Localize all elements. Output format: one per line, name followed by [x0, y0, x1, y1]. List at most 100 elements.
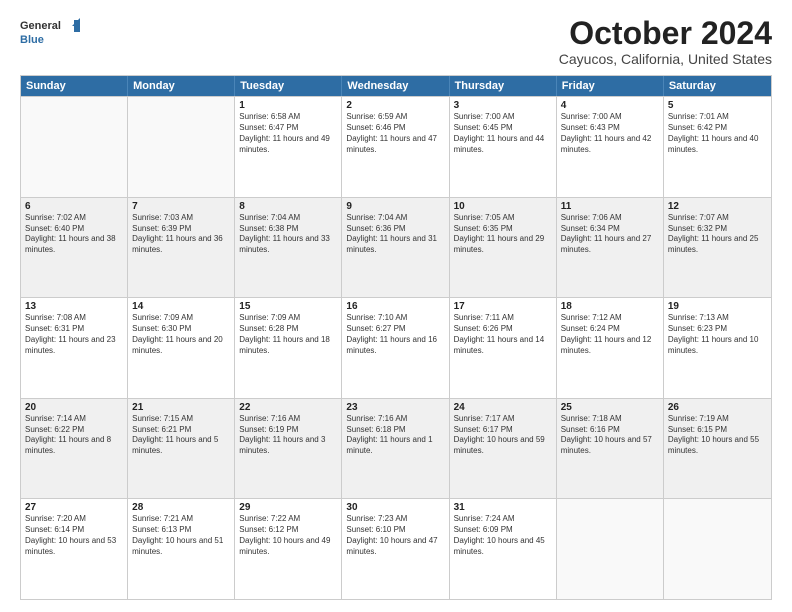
calendar-cell: 13Sunrise: 7:08 AM Sunset: 6:31 PM Dayli…: [21, 298, 128, 398]
day-number: 25: [561, 402, 659, 413]
day-content: Sunrise: 7:04 AM Sunset: 6:38 PM Dayligh…: [239, 213, 337, 256]
day-number: 15: [239, 301, 337, 312]
calendar-cell: 23Sunrise: 7:16 AM Sunset: 6:18 PM Dayli…: [342, 399, 449, 499]
calendar-header-cell: Friday: [557, 76, 664, 96]
day-content: Sunrise: 7:05 AM Sunset: 6:35 PM Dayligh…: [454, 213, 552, 256]
calendar-cell: 19Sunrise: 7:13 AM Sunset: 6:23 PM Dayli…: [664, 298, 771, 398]
day-content: Sunrise: 7:08 AM Sunset: 6:31 PM Dayligh…: [25, 313, 123, 356]
day-number: 21: [132, 402, 230, 413]
day-number: 3: [454, 100, 552, 111]
calendar-body: 1Sunrise: 6:58 AM Sunset: 6:47 PM Daylig…: [21, 96, 771, 599]
day-content: Sunrise: 7:09 AM Sunset: 6:28 PM Dayligh…: [239, 313, 337, 356]
day-number: 14: [132, 301, 230, 312]
calendar-cell: 21Sunrise: 7:15 AM Sunset: 6:21 PM Dayli…: [128, 399, 235, 499]
day-content: Sunrise: 7:21 AM Sunset: 6:13 PM Dayligh…: [132, 514, 230, 557]
calendar-header-cell: Sunday: [21, 76, 128, 96]
calendar-cell: [21, 97, 128, 197]
calendar-header: SundayMondayTuesdayWednesdayThursdayFrid…: [21, 76, 771, 96]
day-content: Sunrise: 6:59 AM Sunset: 6:46 PM Dayligh…: [346, 112, 444, 155]
calendar-cell: 12Sunrise: 7:07 AM Sunset: 6:32 PM Dayli…: [664, 198, 771, 298]
calendar-cell: 22Sunrise: 7:16 AM Sunset: 6:19 PM Dayli…: [235, 399, 342, 499]
calendar-cell: [128, 97, 235, 197]
calendar-cell: [664, 499, 771, 599]
title-block: October 2024 Cayucos, California, United…: [559, 16, 772, 67]
day-number: 30: [346, 502, 444, 513]
day-number: 6: [25, 201, 123, 212]
calendar-cell: 3Sunrise: 7:00 AM Sunset: 6:45 PM Daylig…: [450, 97, 557, 197]
day-content: Sunrise: 7:23 AM Sunset: 6:10 PM Dayligh…: [346, 514, 444, 557]
day-content: Sunrise: 7:04 AM Sunset: 6:36 PM Dayligh…: [346, 213, 444, 256]
calendar-cell: 10Sunrise: 7:05 AM Sunset: 6:35 PM Dayli…: [450, 198, 557, 298]
calendar-header-cell: Monday: [128, 76, 235, 96]
calendar-cell: 16Sunrise: 7:10 AM Sunset: 6:27 PM Dayli…: [342, 298, 449, 398]
subtitle: Cayucos, California, United States: [559, 51, 772, 67]
day-number: 10: [454, 201, 552, 212]
calendar-cell: 29Sunrise: 7:22 AM Sunset: 6:12 PM Dayli…: [235, 499, 342, 599]
calendar-week-row: 1Sunrise: 6:58 AM Sunset: 6:47 PM Daylig…: [21, 96, 771, 197]
day-content: Sunrise: 7:09 AM Sunset: 6:30 PM Dayligh…: [132, 313, 230, 356]
calendar-week-row: 20Sunrise: 7:14 AM Sunset: 6:22 PM Dayli…: [21, 398, 771, 499]
day-number: 16: [346, 301, 444, 312]
day-content: Sunrise: 7:11 AM Sunset: 6:26 PM Dayligh…: [454, 313, 552, 356]
day-content: Sunrise: 7:06 AM Sunset: 6:34 PM Dayligh…: [561, 213, 659, 256]
calendar-cell: 25Sunrise: 7:18 AM Sunset: 6:16 PM Dayli…: [557, 399, 664, 499]
day-number: 29: [239, 502, 337, 513]
day-content: Sunrise: 7:22 AM Sunset: 6:12 PM Dayligh…: [239, 514, 337, 557]
day-content: Sunrise: 7:13 AM Sunset: 6:23 PM Dayligh…: [668, 313, 767, 356]
calendar-cell: 24Sunrise: 7:17 AM Sunset: 6:17 PM Dayli…: [450, 399, 557, 499]
day-content: Sunrise: 7:16 AM Sunset: 6:18 PM Dayligh…: [346, 414, 444, 457]
calendar-header-cell: Thursday: [450, 76, 557, 96]
day-number: 18: [561, 301, 659, 312]
day-content: Sunrise: 7:14 AM Sunset: 6:22 PM Dayligh…: [25, 414, 123, 457]
day-number: 5: [668, 100, 767, 111]
day-number: 17: [454, 301, 552, 312]
day-number: 31: [454, 502, 552, 513]
calendar-cell: 4Sunrise: 7:00 AM Sunset: 6:43 PM Daylig…: [557, 97, 664, 197]
logo: General Blue: [20, 16, 80, 50]
day-number: 13: [25, 301, 123, 312]
day-content: Sunrise: 7:18 AM Sunset: 6:16 PM Dayligh…: [561, 414, 659, 457]
calendar: SundayMondayTuesdayWednesdayThursdayFrid…: [20, 75, 772, 600]
calendar-cell: [557, 499, 664, 599]
calendar-cell: 15Sunrise: 7:09 AM Sunset: 6:28 PM Dayli…: [235, 298, 342, 398]
calendar-cell: 26Sunrise: 7:19 AM Sunset: 6:15 PM Dayli…: [664, 399, 771, 499]
calendar-week-row: 6Sunrise: 7:02 AM Sunset: 6:40 PM Daylig…: [21, 197, 771, 298]
day-number: 11: [561, 201, 659, 212]
calendar-cell: 14Sunrise: 7:09 AM Sunset: 6:30 PM Dayli…: [128, 298, 235, 398]
day-number: 4: [561, 100, 659, 111]
day-number: 1: [239, 100, 337, 111]
day-number: 28: [132, 502, 230, 513]
day-content: Sunrise: 7:00 AM Sunset: 6:45 PM Dayligh…: [454, 112, 552, 155]
calendar-header-cell: Saturday: [664, 76, 771, 96]
day-number: 24: [454, 402, 552, 413]
calendar-week-row: 27Sunrise: 7:20 AM Sunset: 6:14 PM Dayli…: [21, 498, 771, 599]
calendar-cell: 28Sunrise: 7:21 AM Sunset: 6:13 PM Dayli…: [128, 499, 235, 599]
calendar-cell: 2Sunrise: 6:59 AM Sunset: 6:46 PM Daylig…: [342, 97, 449, 197]
day-content: Sunrise: 7:24 AM Sunset: 6:09 PM Dayligh…: [454, 514, 552, 557]
day-content: Sunrise: 7:16 AM Sunset: 6:19 PM Dayligh…: [239, 414, 337, 457]
calendar-cell: 6Sunrise: 7:02 AM Sunset: 6:40 PM Daylig…: [21, 198, 128, 298]
calendar-cell: 8Sunrise: 7:04 AM Sunset: 6:38 PM Daylig…: [235, 198, 342, 298]
calendar-cell: 30Sunrise: 7:23 AM Sunset: 6:10 PM Dayli…: [342, 499, 449, 599]
day-content: Sunrise: 7:03 AM Sunset: 6:39 PM Dayligh…: [132, 213, 230, 256]
main-title: October 2024: [559, 16, 772, 51]
day-number: 22: [239, 402, 337, 413]
day-number: 8: [239, 201, 337, 212]
day-content: Sunrise: 6:58 AM Sunset: 6:47 PM Dayligh…: [239, 112, 337, 155]
calendar-header-cell: Wednesday: [342, 76, 449, 96]
calendar-cell: 27Sunrise: 7:20 AM Sunset: 6:14 PM Dayli…: [21, 499, 128, 599]
day-number: 9: [346, 201, 444, 212]
day-number: 2: [346, 100, 444, 111]
day-number: 19: [668, 301, 767, 312]
day-number: 26: [668, 402, 767, 413]
day-number: 12: [668, 201, 767, 212]
day-number: 7: [132, 201, 230, 212]
day-number: 23: [346, 402, 444, 413]
calendar-cell: 20Sunrise: 7:14 AM Sunset: 6:22 PM Dayli…: [21, 399, 128, 499]
day-content: Sunrise: 7:07 AM Sunset: 6:32 PM Dayligh…: [668, 213, 767, 256]
calendar-header-cell: Tuesday: [235, 76, 342, 96]
calendar-cell: 5Sunrise: 7:01 AM Sunset: 6:42 PM Daylig…: [664, 97, 771, 197]
day-content: Sunrise: 7:00 AM Sunset: 6:43 PM Dayligh…: [561, 112, 659, 155]
calendar-cell: 7Sunrise: 7:03 AM Sunset: 6:39 PM Daylig…: [128, 198, 235, 298]
calendar-cell: 18Sunrise: 7:12 AM Sunset: 6:24 PM Dayli…: [557, 298, 664, 398]
